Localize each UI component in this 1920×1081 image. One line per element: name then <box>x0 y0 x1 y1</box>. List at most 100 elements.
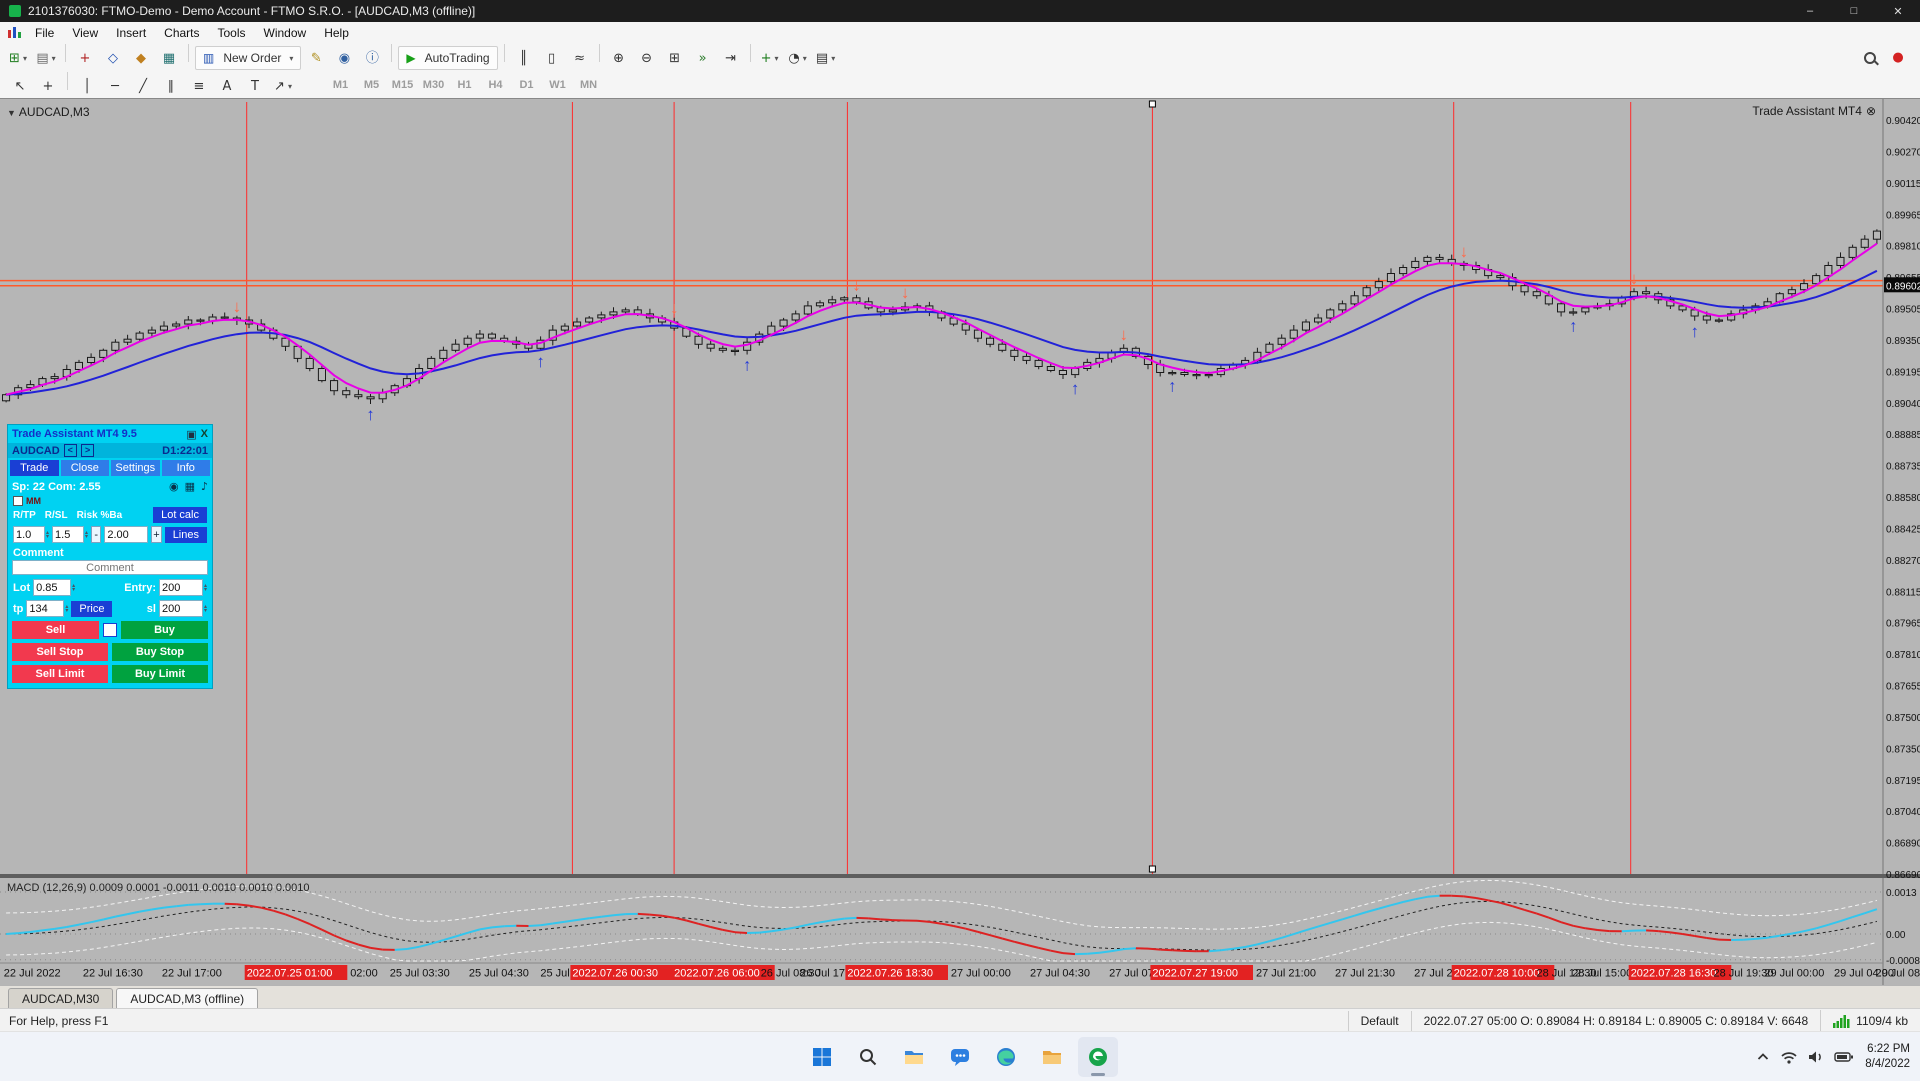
metaeditor-icon[interactable]: ✎ <box>303 47 329 71</box>
auto-scroll-icon[interactable]: » <box>690 47 716 71</box>
menu-file[interactable]: File <box>26 24 63 42</box>
comment-input[interactable] <box>12 560 208 575</box>
battery-icon[interactable] <box>1834 1049 1854 1065</box>
navigator-icon[interactable]: ◆ <box>128 47 154 71</box>
ea-status-icon[interactable]: ⊗ <box>1866 104 1876 118</box>
sell-limit-button[interactable]: Sell Limit <box>12 665 108 683</box>
profiles-icon[interactable]: ▤▾ <box>33 47 59 71</box>
chevron-up-icon[interactable] <box>1755 1049 1771 1065</box>
network-icon[interactable] <box>1780 1049 1798 1065</box>
panel-tab-info[interactable]: Info <box>162 460 211 476</box>
indicators-icon[interactable]: +▾ <box>757 47 783 71</box>
timeframe-mn[interactable]: MN <box>573 76 604 94</box>
panel-header[interactable]: Trade Assistant MT4 9.5 ▣ X <box>8 425 212 443</box>
cursor-icon[interactable]: ↖ <box>7 74 33 98</box>
horizontal-line-tool-icon[interactable]: ─ <box>102 74 128 98</box>
strategy-tester-icon[interactable]: ◉ <box>331 47 357 71</box>
edge-icon[interactable] <box>986 1037 1026 1077</box>
risk-minus-button[interactable]: - <box>91 526 101 543</box>
minimize-button[interactable]: – <box>1788 0 1832 22</box>
crosshair-icon[interactable]: + <box>35 74 61 98</box>
start-icon[interactable] <box>802 1037 842 1077</box>
order-confirm-checkbox[interactable] <box>103 623 117 637</box>
symbol-next-button[interactable]: > <box>81 444 94 457</box>
buy-button[interactable]: Buy <box>121 621 208 639</box>
spinner-icon[interactable]: ▴ ▾ <box>204 605 207 613</box>
timeframe-m15[interactable]: M15 <box>387 76 418 94</box>
autotrading-button[interactable]: ▶AutoTrading <box>398 46 497 70</box>
sl-input[interactable] <box>159 600 203 617</box>
market-watch-icon[interactable]: + <box>72 47 98 71</box>
chart-shift-icon[interactable]: ⇥ <box>718 47 744 71</box>
new-order-button[interactable]: ▥New Order▾ <box>195 46 301 70</box>
fibonacci-tool-icon[interactable]: ≡ <box>186 74 212 98</box>
chart-tab[interactable]: AUDCAD,M3 (offline) <box>116 988 258 1009</box>
data-window-icon[interactable]: ◇ <box>100 47 126 71</box>
chart-canvas[interactable]: ↓↓↓↓↓↓↓↑↑↑↑↑↑↑0.904200.902700.901150.899… <box>0 99 1920 986</box>
price-button[interactable]: Price <box>71 601 112 617</box>
folder-icon[interactable] <box>1032 1037 1072 1077</box>
close-button[interactable]: ✕ <box>1876 0 1920 22</box>
panel-tab-settings[interactable]: Settings <box>111 460 160 476</box>
risk-plus-button[interactable]: + <box>151 526 161 543</box>
search-icon[interactable] <box>848 1037 888 1077</box>
spinner-icon[interactable]: ▴ ▾ <box>204 584 207 592</box>
menu-tools[interactable]: Tools <box>209 24 255 42</box>
symbol-prev-button[interactable]: < <box>64 444 77 457</box>
camera-icon[interactable]: ▣ <box>186 428 196 441</box>
timeframe-d1[interactable]: D1 <box>511 76 542 94</box>
buy-limit-button[interactable]: Buy Limit <box>112 665 208 683</box>
periods-icon[interactable]: ◔▾ <box>785 47 811 71</box>
buy-stop-button[interactable]: Buy Stop <box>112 643 208 661</box>
chart-dropdown-icon[interactable]: ▼ <box>7 108 16 118</box>
lot-calc-button[interactable]: Lot calc <box>153 507 207 523</box>
bar-chart-icon[interactable]: ║ <box>511 47 537 71</box>
entry-input[interactable] <box>159 579 203 596</box>
explorer-icon[interactable] <box>894 1037 934 1077</box>
sell-button[interactable]: Sell <box>12 621 99 639</box>
maximize-button[interactable]: □ <box>1832 0 1876 22</box>
new-chart-icon[interactable]: ⊞▾ <box>5 47 31 71</box>
line-chart-icon[interactable]: ≈ <box>567 47 593 71</box>
templates-icon[interactable]: ▤▾ <box>813 47 839 71</box>
panel-tab-trade[interactable]: Trade <box>10 460 59 476</box>
timeframe-m30[interactable]: M30 <box>418 76 449 94</box>
candlestick-chart-icon[interactable]: ▯ <box>539 47 565 71</box>
alert-icon[interactable]: ● <box>1885 46 1911 70</box>
chat-icon[interactable] <box>940 1037 980 1077</box>
label-tool-icon[interactable]: T <box>242 74 268 98</box>
chart-symbol-label[interactable]: ▼AUDCAD,M3 <box>7 105 90 119</box>
vertical-line-tool-icon[interactable]: │ <box>74 74 100 98</box>
bell-icon[interactable]: ♪ <box>201 480 208 493</box>
spinner-icon[interactable]: ▴ ▾ <box>46 531 49 539</box>
timeframe-w1[interactable]: W1 <box>542 76 573 94</box>
chart-tab[interactable]: AUDCAD,M30 <box>8 988 113 1009</box>
arrows-tool-icon[interactable]: ↗▾ <box>270 74 296 98</box>
menu-help[interactable]: Help <box>315 24 358 42</box>
timeframe-h1[interactable]: H1 <box>449 76 480 94</box>
menu-window[interactable]: Window <box>255 24 316 42</box>
text-tool-icon[interactable]: A <box>214 74 240 98</box>
zoom-in-icon[interactable]: ⊕ <box>606 47 632 71</box>
menu-charts[interactable]: Charts <box>155 24 208 42</box>
tp-input[interactable] <box>26 600 64 617</box>
panel-close-button[interactable]: X <box>201 428 208 440</box>
taskbar-clock[interactable]: 6:22 PM 8/4/2022 <box>1865 1042 1910 1072</box>
trendline-tool-icon[interactable]: ╱ <box>130 74 156 98</box>
calendar-icon[interactable]: ▦ <box>185 480 195 493</box>
menu-insert[interactable]: Insert <box>107 24 155 42</box>
active-app-icon[interactable] <box>1078 1037 1118 1077</box>
panel-tab-close[interactable]: Close <box>61 460 110 476</box>
channel-tool-icon[interactable]: ∥ <box>158 74 184 98</box>
terminal-icon[interactable]: ▦ <box>156 47 182 71</box>
spinner-icon[interactable]: ▴ ▾ <box>65 605 68 613</box>
about-icon[interactable]: ⓘ <box>359 45 385 69</box>
spinner-icon[interactable]: ▴ ▾ <box>85 531 88 539</box>
timeframe-h4[interactable]: H4 <box>480 76 511 94</box>
rtp-input[interactable] <box>13 526 45 543</box>
volume-icon[interactable] <box>1807 1049 1825 1065</box>
spinner-icon[interactable]: ▴ ▾ <box>72 584 75 592</box>
timeframe-m1[interactable]: M1 <box>325 76 356 94</box>
timeframe-m5[interactable]: M5 <box>356 76 387 94</box>
sell-stop-button[interactable]: Sell Stop <box>12 643 108 661</box>
